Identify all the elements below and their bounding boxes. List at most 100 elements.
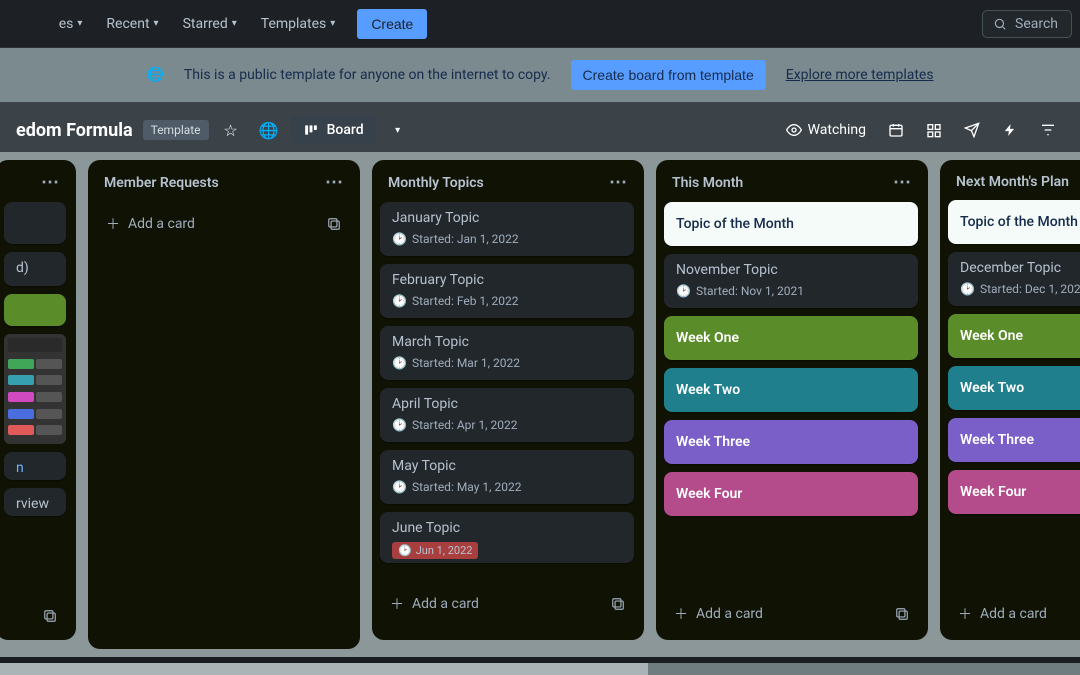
card-title: April Topic xyxy=(392,396,622,412)
card-date-badge: Started: May 1, 2022 xyxy=(412,480,522,494)
card[interactable]: Week Four xyxy=(664,472,918,516)
template-banner: 🌐 This is a public template for anyone o… xyxy=(0,48,1080,102)
list-next-month: Next Month's Plan Topic of the Month Dec… xyxy=(940,160,1080,640)
watching-label: Watching xyxy=(808,122,866,138)
clock-icon: 🕑 xyxy=(398,544,412,557)
card-title: Week One xyxy=(960,328,1023,344)
automation-icon[interactable] xyxy=(956,114,988,146)
card[interactable]: Week Three xyxy=(664,420,918,464)
card[interactable] xyxy=(4,202,66,244)
add-card-label: Add a card xyxy=(980,606,1047,622)
add-card-button[interactable]: ＋ Add a card xyxy=(670,600,890,628)
card[interactable]: May Topic 🕑Started: May 1, 2022 xyxy=(380,450,634,504)
list-monthly-topics: Monthly Topics ⋯ January Topic 🕑Started:… xyxy=(372,160,644,640)
clock-icon: 🕑 xyxy=(392,356,407,370)
card[interactable]: Week Two xyxy=(664,368,918,412)
card[interactable]: Week Two xyxy=(948,366,1080,410)
card[interactable]: December Topic 🕑Started: Dec 1, 2021 xyxy=(948,252,1080,306)
board-view-switcher[interactable]: Board xyxy=(291,116,376,144)
card[interactable]: rview xyxy=(4,488,66,516)
card[interactable]: April Topic 🕑Started: Apr 1, 2022 xyxy=(380,388,634,442)
view-label: Board xyxy=(327,122,364,138)
overdue-badge: 🕑Jun 1, 2022 xyxy=(392,542,478,559)
nav-workspaces[interactable]: Workspaces es▾ xyxy=(0,10,92,38)
horizontal-scrollbar[interactable] xyxy=(0,663,1080,675)
nav-templates[interactable]: Templates ▾ xyxy=(251,10,346,38)
card[interactable]: Topic of the Month xyxy=(664,202,918,246)
card-date-badge: Started: Dec 1, 2021 xyxy=(980,282,1080,296)
globe-visibility-icon[interactable]: 🌐 xyxy=(253,114,285,146)
bolt-icon[interactable] xyxy=(994,114,1026,146)
card[interactable]: Week One xyxy=(664,316,918,360)
add-card-label: Add a card xyxy=(128,216,195,232)
globe-icon: 🌐 xyxy=(146,67,163,83)
list-partial: ⋯ d) n rview xyxy=(0,160,76,640)
card-title: June Topic xyxy=(392,520,622,536)
card[interactable]: d) xyxy=(4,252,66,286)
search-input[interactable]: Search xyxy=(982,10,1072,38)
top-nav: Workspaces es▾ Recent ▾ Starred ▾ Templa… xyxy=(0,0,1080,48)
card-date-badge: Started: Mar 1, 2022 xyxy=(412,356,520,370)
card-template-icon[interactable] xyxy=(322,212,346,236)
list-menu-icon[interactable]: ⋯ xyxy=(893,174,912,192)
board-title[interactable]: edom Formula xyxy=(16,120,133,141)
banner-text: This is a public template for anyone on … xyxy=(184,67,551,83)
nav-label: Recent xyxy=(106,16,149,32)
card-date-badge: Started: Nov 1, 2021 xyxy=(696,284,804,298)
card-title: Week Two xyxy=(676,382,740,398)
nav-recent[interactable]: Recent ▾ xyxy=(96,10,168,38)
card-template-icon[interactable] xyxy=(606,592,630,616)
add-card-button[interactable]: ＋ Add a card xyxy=(386,590,606,618)
clock-icon: 🕑 xyxy=(392,418,407,432)
card-title: January Topic xyxy=(392,210,622,226)
list-menu-icon[interactable]: ⋯ xyxy=(609,174,628,192)
list-title[interactable]: Next Month's Plan xyxy=(956,174,1069,190)
chevron-down-icon: ▾ xyxy=(154,18,159,29)
list-title[interactable]: Member Requests xyxy=(104,175,219,191)
card-template-icon[interactable] xyxy=(38,604,62,628)
card-date-badge: Started: Feb 1, 2022 xyxy=(412,294,519,308)
nav-label: Templates xyxy=(261,16,327,32)
search-icon xyxy=(993,17,1007,31)
card-cover-thumbnail[interactable] xyxy=(4,334,66,444)
add-card-button[interactable]: ＋ Add a card xyxy=(102,210,322,238)
card[interactable]: February Topic 🕑Started: Feb 1, 2022 xyxy=(380,264,634,318)
view-chevron-icon[interactable]: ▾ xyxy=(382,114,414,146)
card[interactable] xyxy=(4,294,66,326)
clock-icon: 🕑 xyxy=(676,284,691,298)
nav-starred[interactable]: Starred ▾ xyxy=(173,10,247,38)
calendar-icon[interactable] xyxy=(880,114,912,146)
card[interactable]: Topic of the Month xyxy=(948,200,1080,244)
list-title[interactable]: Monthly Topics xyxy=(388,175,484,191)
card[interactable]: Week One xyxy=(948,314,1080,358)
chevron-down-icon: ▾ xyxy=(232,18,237,29)
card-template-icon[interactable] xyxy=(890,602,914,626)
explore-templates-link[interactable]: Explore more templates xyxy=(786,67,934,83)
card[interactable]: June Topic 🕑Jun 1, 2022 xyxy=(380,512,634,563)
board-canvas[interactable]: ⋯ d) n rview Member Requests xyxy=(0,152,1080,657)
card[interactable]: n xyxy=(4,452,66,480)
watching-button[interactable]: Watching xyxy=(778,116,874,144)
filter-icon[interactable] xyxy=(1032,114,1064,146)
clock-icon: 🕑 xyxy=(392,480,407,494)
list-menu-icon[interactable]: ⋯ xyxy=(41,174,60,192)
clock-icon: 🕑 xyxy=(392,232,407,246)
list-menu-icon[interactable]: ⋯ xyxy=(325,174,344,192)
card[interactable]: January Topic 🕑Started: Jan 1, 2022 xyxy=(380,202,634,256)
create-from-template-button[interactable]: Create board from template xyxy=(571,60,766,90)
plus-icon: ＋ xyxy=(958,604,972,624)
card[interactable]: March Topic 🕑Started: Mar 1, 2022 xyxy=(380,326,634,380)
card[interactable]: Week Three xyxy=(948,418,1080,462)
clock-icon: 🕑 xyxy=(960,282,975,296)
card[interactable]: Week Four xyxy=(948,470,1080,514)
card[interactable]: November Topic 🕑Started: Nov 1, 2021 xyxy=(664,254,918,308)
add-card-label: Add a card xyxy=(696,606,763,622)
card-title: Topic of the Month xyxy=(676,216,794,232)
add-card-button[interactable]: ＋ Add a card xyxy=(954,600,1080,628)
chevron-down-icon: ▾ xyxy=(330,18,335,29)
create-button[interactable]: Create xyxy=(357,9,427,39)
powerup-icon[interactable] xyxy=(918,114,950,146)
chevron-down-icon: ▾ xyxy=(77,18,82,29)
star-icon[interactable]: ☆ xyxy=(215,114,247,146)
list-title[interactable]: This Month xyxy=(672,175,743,191)
